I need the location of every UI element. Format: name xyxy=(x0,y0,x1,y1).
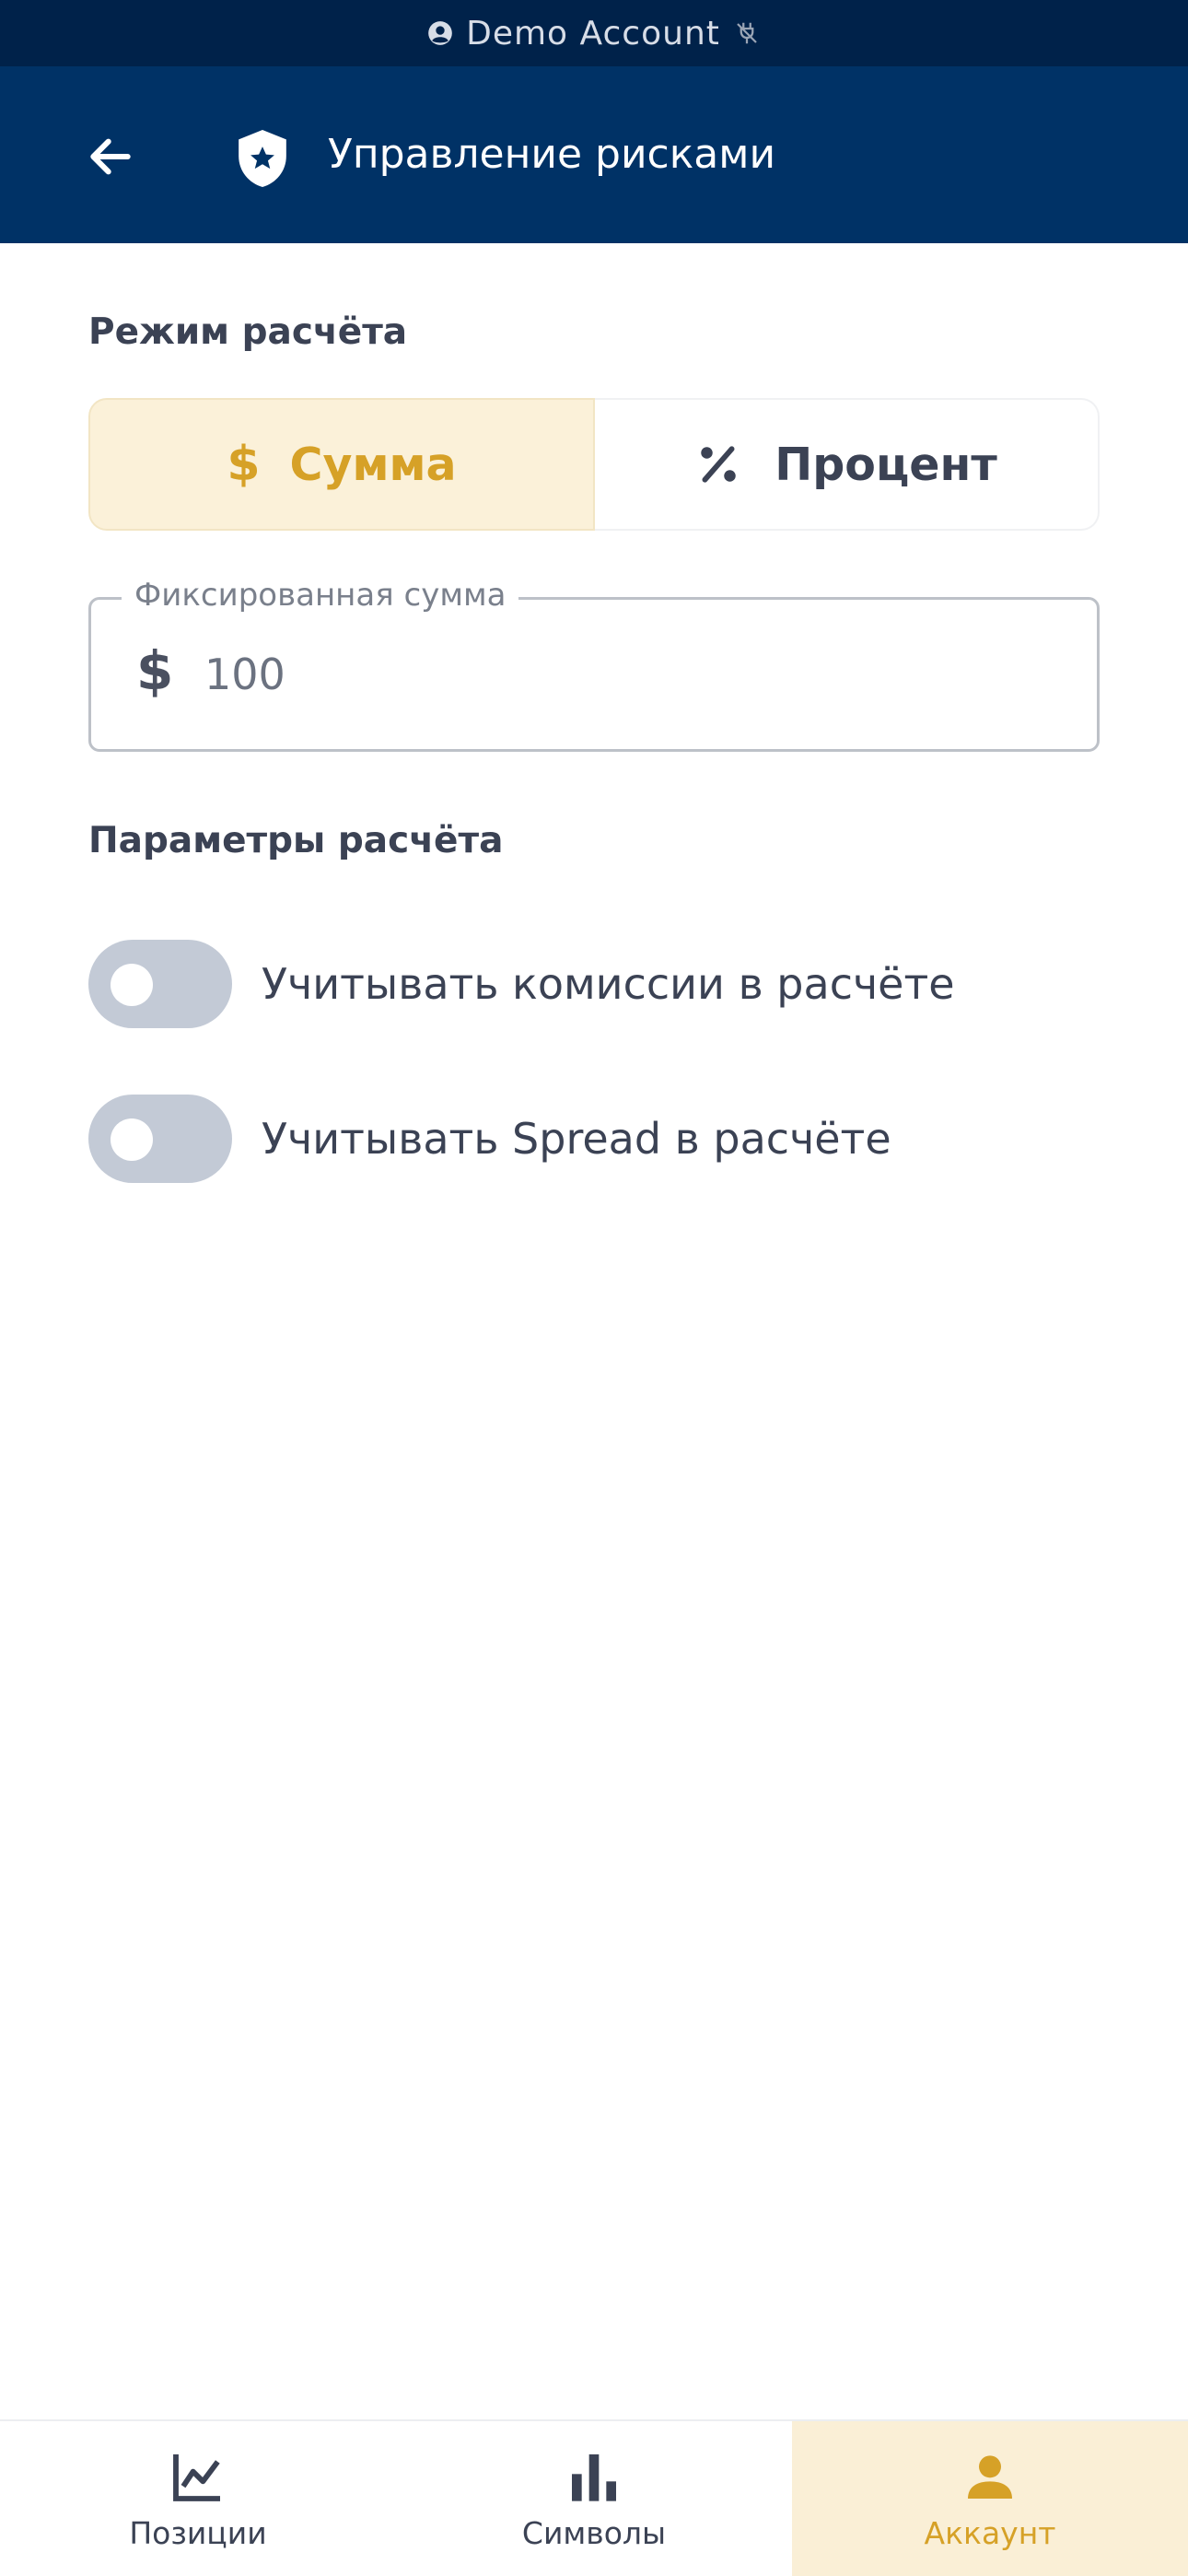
app-bar: Управление рисками xyxy=(0,66,1188,243)
toggle-row-spread: Учитывать Spread в расчёте xyxy=(88,1095,1100,1183)
commission-toggle-label: Учитывать комиссии в расчёте xyxy=(262,959,955,1009)
nav-label-account: Аккаунт xyxy=(924,2514,1056,2551)
nav-label-symbols: Символы xyxy=(521,2514,667,2551)
mode-amount-button[interactable]: $ Сумма xyxy=(88,398,595,531)
fixed-amount-input[interactable] xyxy=(204,641,1052,708)
dollar-icon: $ xyxy=(227,437,261,492)
nav-item-positions[interactable]: Позиции xyxy=(0,2421,396,2576)
toggle-knob xyxy=(111,964,153,1006)
line-chart-icon xyxy=(173,2453,220,2501)
fixed-amount-legend: Фиксированная сумма xyxy=(122,577,519,614)
no-connection-icon xyxy=(737,22,757,44)
bar-chart-icon xyxy=(572,2453,616,2501)
mode-percent-label: Процент xyxy=(775,438,997,491)
calc-mode-label: Режим расчёта xyxy=(88,311,408,353)
commission-toggle[interactable] xyxy=(88,940,232,1028)
bottom-nav: Позиции Символы Аккаунт xyxy=(0,2419,1188,2576)
spread-toggle[interactable] xyxy=(88,1095,232,1183)
nav-label-positions: Позиции xyxy=(129,2514,267,2551)
mode-amount-label: Сумма xyxy=(289,438,457,491)
toggle-knob xyxy=(111,1118,153,1161)
account-label: Demo Account xyxy=(466,14,720,53)
nav-item-symbols[interactable]: Символы xyxy=(396,2421,792,2576)
spread-toggle-label: Учитывать Spread в расчёте xyxy=(262,1114,891,1164)
mode-percent-button[interactable]: Процент xyxy=(595,398,1100,531)
shield-star-icon xyxy=(239,130,286,187)
page-title: Управление рисками xyxy=(328,131,776,178)
calc-params-label: Параметры расчёта xyxy=(88,820,504,861)
person-icon xyxy=(968,2454,1012,2499)
back-button[interactable] xyxy=(74,120,147,193)
status-bar: Demo Account xyxy=(0,0,1188,66)
toggle-row-commission: Учитывать комиссии в расчёте xyxy=(88,940,1100,1028)
percent-icon xyxy=(701,446,736,483)
nav-item-account[interactable]: Аккаунт xyxy=(792,2421,1188,2576)
account-circle-icon xyxy=(428,21,452,45)
calc-mode-selector: $ Сумма Процент xyxy=(88,398,1100,531)
dollar-prefix-icon: $ xyxy=(136,639,174,702)
arrow-left-icon xyxy=(90,138,131,175)
